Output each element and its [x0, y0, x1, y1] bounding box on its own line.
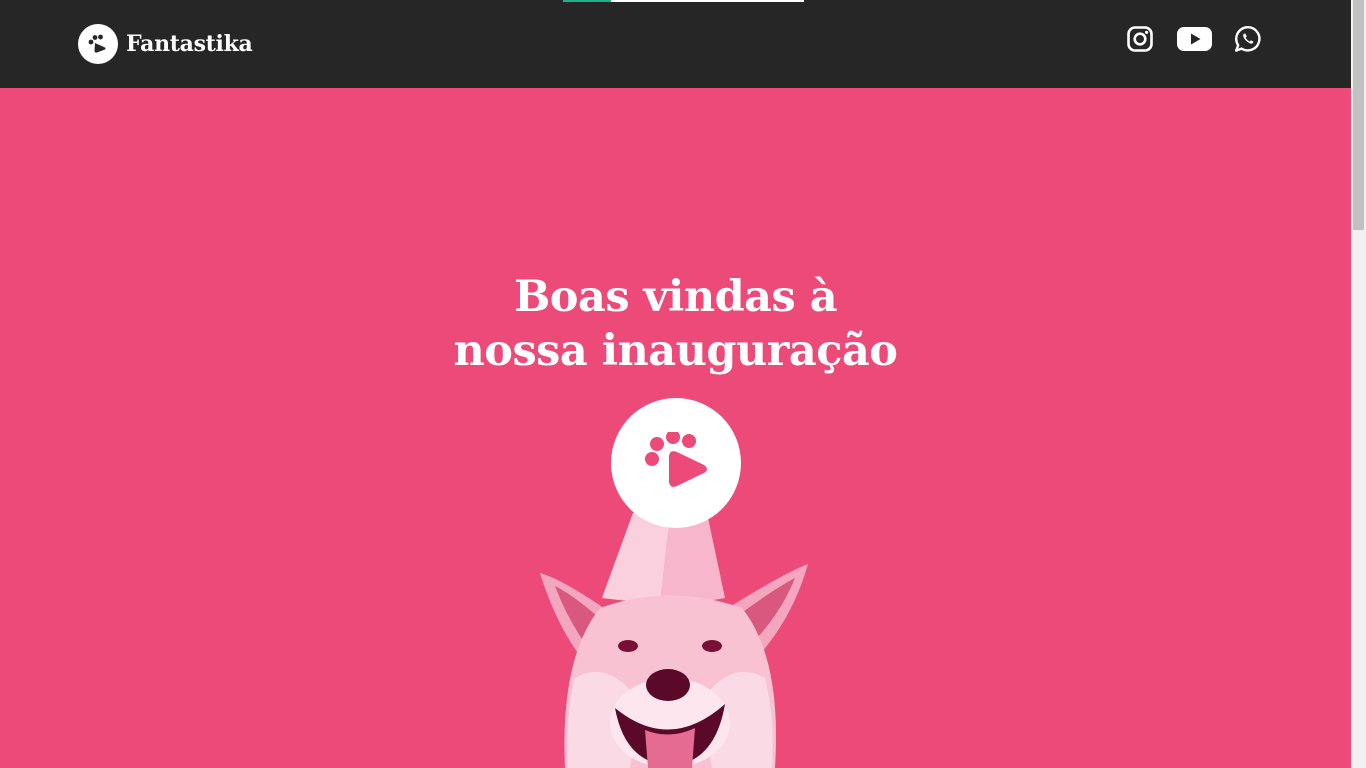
- page: Fantastika Boas vindas à nossa inauguraç…: [0, 0, 1351, 768]
- scrollbar-thumb[interactable]: [1353, 0, 1364, 230]
- youtube-icon: [1176, 26, 1212, 56]
- brand-name: Fantastika: [126, 31, 253, 57]
- paw-play-icon: [643, 430, 709, 494]
- scroll-progress-fill: [563, 0, 612, 2]
- page-scrollbar[interactable]: [1351, 0, 1366, 768]
- brand-logo-link[interactable]: Fantastika: [78, 24, 253, 64]
- hero-title-line-2: nossa inauguração: [453, 326, 899, 376]
- instagram-link[interactable]: [1126, 26, 1154, 56]
- whatsapp-link[interactable]: [1233, 25, 1263, 57]
- paw-logo-icon: [78, 24, 118, 64]
- play-video-button[interactable]: [611, 398, 741, 528]
- instagram-icon: [1127, 26, 1153, 56]
- scroll-progress-bar: [563, 0, 804, 2]
- hero-title: Boas vindas à nossa inauguração: [0, 270, 1351, 378]
- site-header: Fantastika: [0, 0, 1351, 88]
- youtube-link[interactable]: [1176, 26, 1212, 56]
- whatsapp-icon: [1234, 25, 1262, 57]
- hero-title-line-1: Boas vindas à: [513, 272, 838, 322]
- dog-with-party-hat-image: [520, 508, 820, 768]
